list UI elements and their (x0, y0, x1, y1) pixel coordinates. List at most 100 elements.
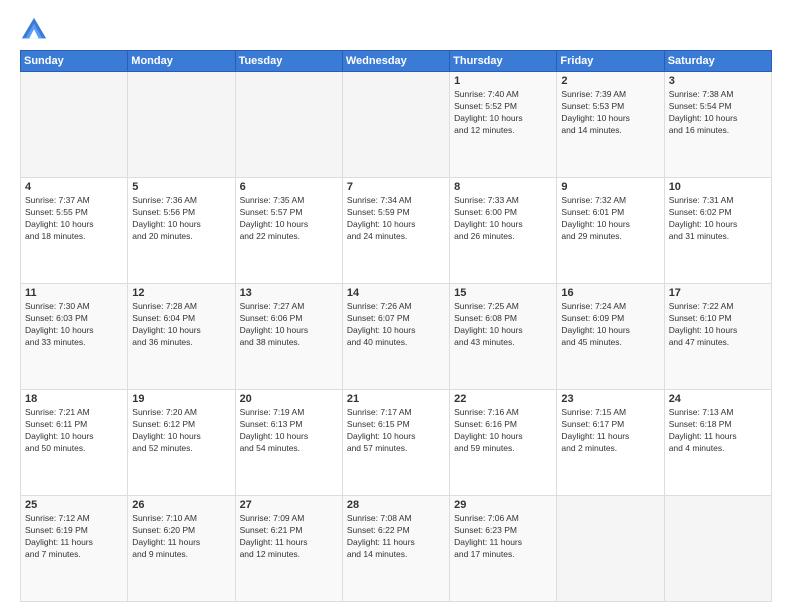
week-row-1: 1 Sunrise: 7:40 AM Sunset: 5:52 PM Daylig… (21, 72, 772, 178)
day-number: 20 (240, 393, 338, 405)
day-info: Sunrise: 7:38 AM Sunset: 5:54 PM Dayligh… (669, 89, 767, 137)
day-number: 4 (25, 181, 123, 193)
day-info: Sunrise: 7:30 AM Sunset: 6:03 PM Dayligh… (25, 301, 123, 349)
cell-week2-day4: 8 Sunrise: 7:33 AM Sunset: 6:00 PM Daylig… (450, 178, 557, 284)
day-number: 7 (347, 181, 445, 193)
cell-week4-day2: 20 Sunrise: 7:19 AM Sunset: 6:13 PM Dayli… (235, 390, 342, 496)
day-info: Sunrise: 7:33 AM Sunset: 6:00 PM Dayligh… (454, 195, 552, 243)
cell-week5-day6 (664, 496, 771, 602)
cell-week3-day2: 13 Sunrise: 7:27 AM Sunset: 6:06 PM Dayli… (235, 284, 342, 390)
day-number: 16 (561, 287, 659, 299)
day-number: 21 (347, 393, 445, 405)
day-number: 1 (454, 75, 552, 87)
cell-week2-day1: 5Sunrise: 7:36 AM Sunset: 5:56 PM Daylig… (128, 178, 235, 284)
cell-week1-day2 (235, 72, 342, 178)
day-number: 2 (561, 75, 659, 87)
day-number: 12 (132, 287, 230, 299)
day-info: Sunrise: 7:31 AM Sunset: 6:02 PM Dayligh… (669, 195, 767, 243)
header-thursday: Thursday (450, 51, 557, 72)
header-wednesday: Wednesday (342, 51, 449, 72)
cell-week1-day5: 2 Sunrise: 7:39 AM Sunset: 5:53 PM Daylig… (557, 72, 664, 178)
day-number: 23 (561, 393, 659, 405)
cell-week1-day0 (21, 72, 128, 178)
cell-week1-day1 (128, 72, 235, 178)
logo (20, 16, 52, 44)
day-number: 29 (454, 499, 552, 511)
day-info: Sunrise: 7:12 AM Sunset: 6:19 PM Dayligh… (25, 513, 123, 561)
day-number: 25 (25, 499, 123, 511)
day-number: 13 (240, 287, 338, 299)
cell-week5-day0: 25 Sunrise: 7:12 AM Sunset: 6:19 PM Dayli… (21, 496, 128, 602)
day-number: 3 (669, 75, 767, 87)
cell-week3-day4: 15Sunrise: 7:25 AM Sunset: 6:08 PM Dayli… (450, 284, 557, 390)
day-number: 18 (25, 393, 123, 405)
day-number: 26 (132, 499, 230, 511)
day-info: Sunrise: 7:27 AM Sunset: 6:06 PM Dayligh… (240, 301, 338, 349)
day-number: 19 (132, 393, 230, 405)
day-info: Sunrise: 7:06 AM Sunset: 6:23 PM Dayligh… (454, 513, 552, 561)
day-number: 24 (669, 393, 767, 405)
calendar-body: 1 Sunrise: 7:40 AM Sunset: 5:52 PM Daylig… (21, 72, 772, 602)
day-info: Sunrise: 7:39 AM Sunset: 5:53 PM Dayligh… (561, 89, 659, 137)
header-friday: Friday (557, 51, 664, 72)
cell-week3-day0: 11 Sunrise: 7:30 AM Sunset: 6:03 PM Dayli… (21, 284, 128, 390)
day-info: Sunrise: 7:37 AM Sunset: 5:55 PM Dayligh… (25, 195, 123, 243)
cell-week3-day6: 17 Sunrise: 7:22 AM Sunset: 6:10 PM Dayli… (664, 284, 771, 390)
day-info: Sunrise: 7:40 AM Sunset: 5:52 PM Dayligh… (454, 89, 552, 137)
header-tuesday: Tuesday (235, 51, 342, 72)
day-number: 15 (454, 287, 552, 299)
day-number: 17 (669, 287, 767, 299)
day-info: Sunrise: 7:28 AM Sunset: 6:04 PM Dayligh… (132, 301, 230, 349)
day-info: Sunrise: 7:17 AM Sunset: 6:15 PM Dayligh… (347, 407, 445, 455)
cell-week4-day6: 24 Sunrise: 7:13 AM Sunset: 6:18 PM Dayli… (664, 390, 771, 496)
cell-week1-day3 (342, 72, 449, 178)
day-info: Sunrise: 7:22 AM Sunset: 6:10 PM Dayligh… (669, 301, 767, 349)
cell-week4-day4: 22 Sunrise: 7:16 AM Sunset: 6:16 PM Dayli… (450, 390, 557, 496)
day-info: Sunrise: 7:26 AM Sunset: 6:07 PM Dayligh… (347, 301, 445, 349)
day-number: 27 (240, 499, 338, 511)
week-row-5: 25 Sunrise: 7:12 AM Sunset: 6:19 PM Dayli… (21, 496, 772, 602)
cell-week5-day2: 27Sunrise: 7:09 AM Sunset: 6:21 PM Dayli… (235, 496, 342, 602)
day-info: Sunrise: 7:20 AM Sunset: 6:12 PM Dayligh… (132, 407, 230, 455)
cell-week4-day5: 23 Sunrise: 7:15 AM Sunset: 6:17 PM Dayli… (557, 390, 664, 496)
day-info: Sunrise: 7:10 AM Sunset: 6:20 PM Dayligh… (132, 513, 230, 561)
cell-week1-day4: 1 Sunrise: 7:40 AM Sunset: 5:52 PM Daylig… (450, 72, 557, 178)
calendar-header: SundayMondayTuesdayWednesdayThursdayFrid… (21, 51, 772, 72)
header-row: SundayMondayTuesdayWednesdayThursdayFrid… (21, 51, 772, 72)
day-number: 8 (454, 181, 552, 193)
cell-week1-day6: 3 Sunrise: 7:38 AM Sunset: 5:54 PM Daylig… (664, 72, 771, 178)
day-info: Sunrise: 7:34 AM Sunset: 5:59 PM Dayligh… (347, 195, 445, 243)
day-number: 14 (347, 287, 445, 299)
cell-week5-day3: 28Sunrise: 7:08 AM Sunset: 6:22 PM Dayli… (342, 496, 449, 602)
page: SundayMondayTuesdayWednesdayThursdayFrid… (0, 0, 792, 612)
cell-week4-day0: 18 Sunrise: 7:21 AM Sunset: 6:11 PM Dayli… (21, 390, 128, 496)
week-row-2: 4 Sunrise: 7:37 AM Sunset: 5:55 PM Daylig… (21, 178, 772, 284)
day-number: 5 (132, 181, 230, 193)
day-number: 11 (25, 287, 123, 299)
day-info: Sunrise: 7:19 AM Sunset: 6:13 PM Dayligh… (240, 407, 338, 455)
week-row-3: 11 Sunrise: 7:30 AM Sunset: 6:03 PM Dayli… (21, 284, 772, 390)
cell-week2-day5: 9Sunrise: 7:32 AM Sunset: 6:01 PM Daylig… (557, 178, 664, 284)
cell-week5-day1: 26 Sunrise: 7:10 AM Sunset: 6:20 PM Dayli… (128, 496, 235, 602)
day-info: Sunrise: 7:15 AM Sunset: 6:17 PM Dayligh… (561, 407, 659, 455)
header-sunday: Sunday (21, 51, 128, 72)
cell-week5-day4: 29 Sunrise: 7:06 AM Sunset: 6:23 PM Dayli… (450, 496, 557, 602)
cell-week3-day5: 16 Sunrise: 7:24 AM Sunset: 6:09 PM Dayli… (557, 284, 664, 390)
cell-week4-day3: 21 Sunrise: 7:17 AM Sunset: 6:15 PM Dayli… (342, 390, 449, 496)
cell-week2-day0: 4 Sunrise: 7:37 AM Sunset: 5:55 PM Daylig… (21, 178, 128, 284)
header (20, 16, 772, 44)
day-info: Sunrise: 7:16 AM Sunset: 6:16 PM Dayligh… (454, 407, 552, 455)
day-info: Sunrise: 7:13 AM Sunset: 6:18 PM Dayligh… (669, 407, 767, 455)
cell-week2-day3: 7 Sunrise: 7:34 AM Sunset: 5:59 PM Daylig… (342, 178, 449, 284)
day-number: 22 (454, 393, 552, 405)
day-info: Sunrise: 7:32 AM Sunset: 6:01 PM Dayligh… (561, 195, 659, 243)
week-row-4: 18 Sunrise: 7:21 AM Sunset: 6:11 PM Dayli… (21, 390, 772, 496)
header-saturday: Saturday (664, 51, 771, 72)
cell-week2-day2: 6Sunrise: 7:35 AM Sunset: 5:57 PM Daylig… (235, 178, 342, 284)
cell-week5-day5 (557, 496, 664, 602)
day-info: Sunrise: 7:35 AM Sunset: 5:57 PM Dayligh… (240, 195, 338, 243)
calendar-table: SundayMondayTuesdayWednesdayThursdayFrid… (20, 50, 772, 602)
day-info: Sunrise: 7:21 AM Sunset: 6:11 PM Dayligh… (25, 407, 123, 455)
cell-week2-day6: 10Sunrise: 7:31 AM Sunset: 6:02 PM Dayli… (664, 178, 771, 284)
day-info: Sunrise: 7:24 AM Sunset: 6:09 PM Dayligh… (561, 301, 659, 349)
